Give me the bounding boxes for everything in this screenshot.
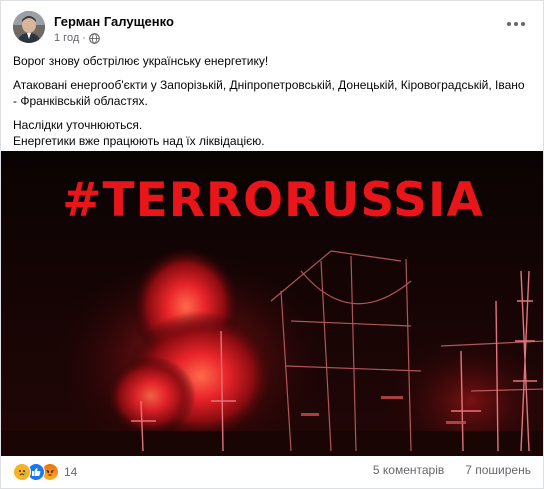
- author-name[interactable]: Герман Галущенко: [54, 14, 174, 29]
- post-header: Герман Галущенко 1 год ·: [13, 11, 533, 45]
- post-paragraph: Ворог знову обстрілює українську енергет…: [13, 54, 269, 68]
- meta-separator: ·: [82, 32, 86, 44]
- post-image[interactable]: #TERRORUSSIA: [1, 151, 543, 456]
- post-paragraph: Атаковані енергооб'єкти у Запорізькій, Д…: [13, 78, 525, 108]
- sad-reaction-icon: [13, 463, 31, 481]
- author-avatar[interactable]: [13, 11, 45, 43]
- post-paragraph: Енергетики вже працюють над їх ліквідаці…: [13, 134, 265, 148]
- comments-count[interactable]: 5 коментарів: [373, 463, 444, 477]
- post-meta: 1 год ·: [54, 32, 100, 44]
- post-time[interactable]: 1 год: [54, 32, 79, 44]
- more-options-icon[interactable]: [503, 15, 529, 33]
- reactions-summary[interactable]: 14: [13, 463, 77, 481]
- globe-icon: [89, 32, 100, 44]
- post-stats: 5 коментарів 7 поширень: [373, 463, 531, 477]
- shares-count[interactable]: 7 поширень: [465, 463, 531, 477]
- post-footer: 14 5 коментарів 7 поширень: [13, 463, 531, 483]
- post-text: Ворог знову обстрілює українську енергет…: [13, 53, 531, 149]
- image-hashtag: #TERRORUSSIA: [62, 173, 484, 228]
- reaction-count[interactable]: 14: [64, 465, 77, 479]
- post-card: Герман Галущенко 1 год · Ворог знову обс…: [0, 0, 544, 489]
- post-paragraph: Наслідки уточнюються.: [13, 118, 143, 132]
